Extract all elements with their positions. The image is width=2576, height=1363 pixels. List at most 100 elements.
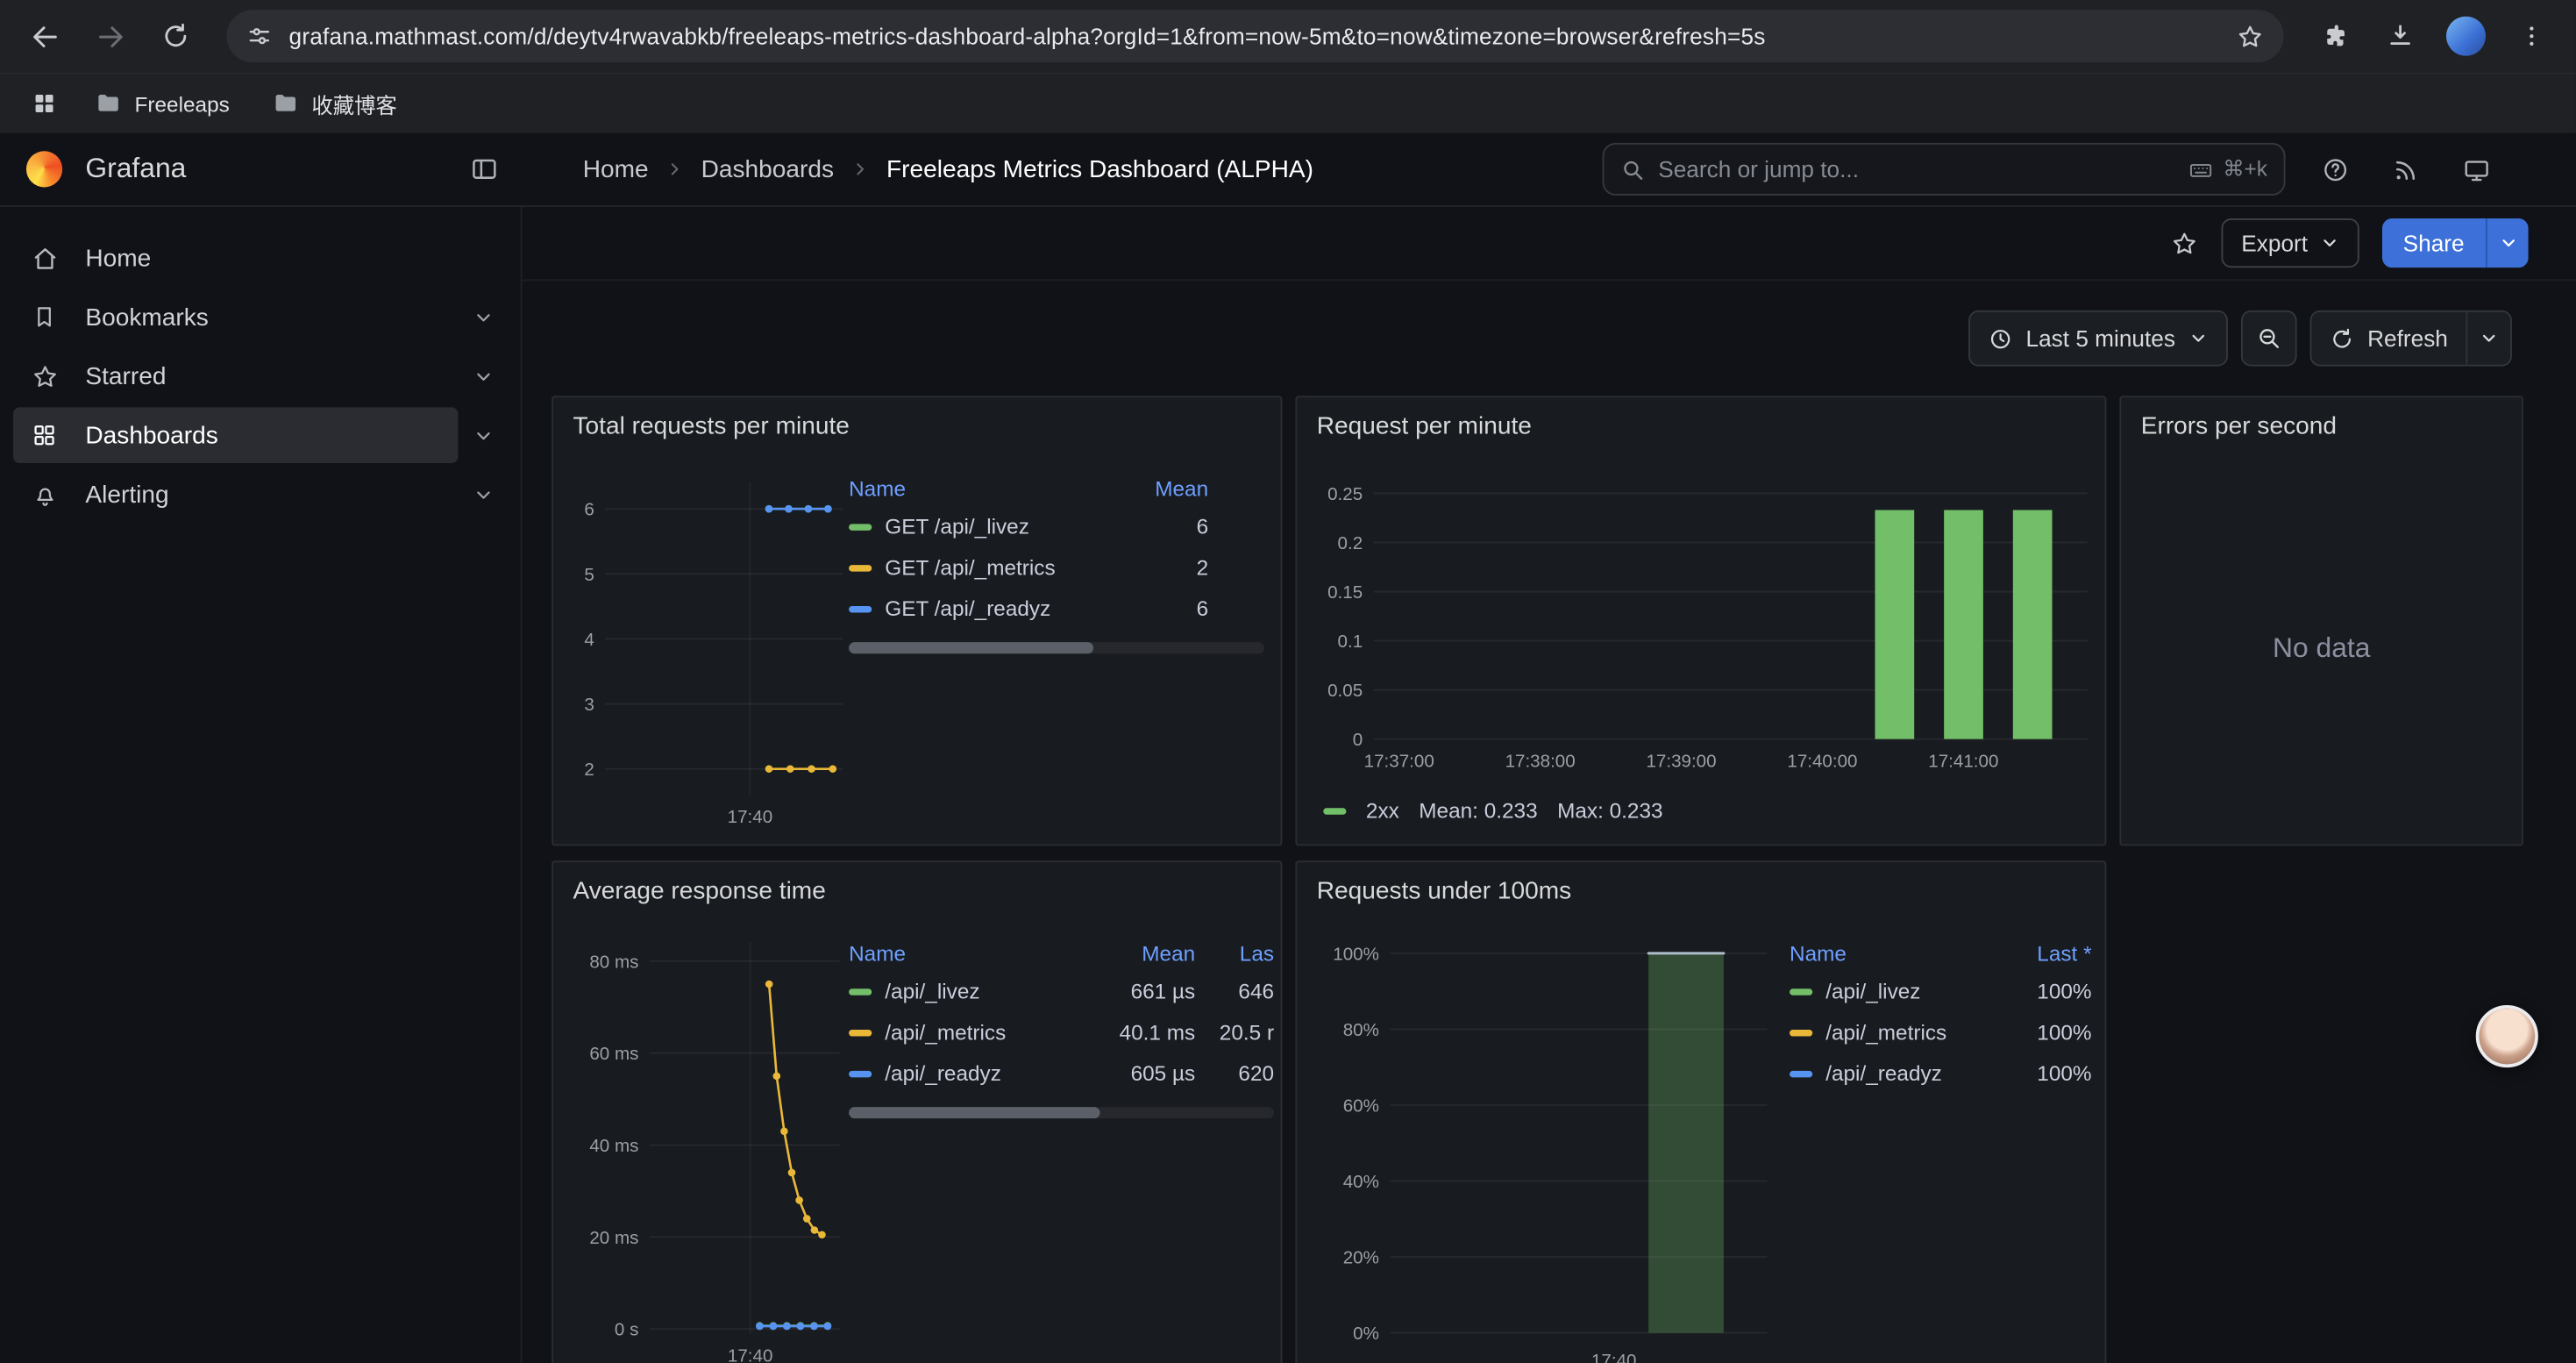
legend-row[interactable]: /api/_readyz 100% bbox=[1790, 1053, 2092, 1094]
svg-text:17:38:00: 17:38:00 bbox=[1505, 751, 1576, 771]
panel-title[interactable]: Errors per second bbox=[2141, 411, 2337, 439]
bookmark-item-blogs[interactable]: 收藏博客 bbox=[260, 82, 410, 126]
favorite-star-icon[interactable] bbox=[2171, 229, 2199, 257]
help-icon[interactable] bbox=[2322, 155, 2350, 183]
legend-scrollbar[interactable] bbox=[849, 642, 1264, 653]
legend-header-mean[interactable]: Mean bbox=[1093, 940, 1195, 965]
reload-button[interactable] bbox=[148, 8, 204, 64]
svg-text:0.25: 0.25 bbox=[1327, 484, 1363, 504]
panel-total-requests: Total requests per minute 6543217:40 Nam… bbox=[551, 396, 1282, 846]
legend-row[interactable]: /api/_livez 661 µs 646 bbox=[849, 971, 1274, 1012]
chevron-down-icon[interactable] bbox=[458, 366, 507, 387]
svg-text:4: 4 bbox=[584, 630, 594, 650]
apps-grid-icon[interactable] bbox=[23, 82, 66, 125]
sidebar-item-label: Bookmarks bbox=[85, 303, 208, 331]
panel-title[interactable]: Average response time bbox=[573, 876, 826, 904]
refresh-button[interactable]: Refresh bbox=[2311, 312, 2466, 365]
panel-request-per-minute: Request per minute 0.250.20.150.10.05017… bbox=[1295, 396, 2106, 846]
share-button[interactable]: Share bbox=[2381, 218, 2486, 268]
legend-row[interactable]: /api/_livez 100% bbox=[1790, 971, 2092, 1012]
display-monitor-icon[interactable] bbox=[2463, 155, 2491, 183]
chevron-down-icon bbox=[2498, 233, 2517, 253]
breadcrumb: Home Dashboards Freeleaps Metrics Dashbo… bbox=[522, 155, 1313, 183]
svg-text:20 ms: 20 ms bbox=[589, 1228, 638, 1248]
panel-title[interactable]: Requests under 100ms bbox=[1317, 876, 1571, 904]
bookmark-icon bbox=[30, 303, 60, 330]
request-per-minute-chart[interactable]: 0.250.20.150.10.05017:37:0017:38:0017:39… bbox=[1310, 457, 2095, 786]
share-caret-button[interactable] bbox=[2486, 218, 2529, 268]
legend-header-name[interactable]: Name bbox=[849, 940, 1093, 965]
breadcrumb-dashboards[interactable]: Dashboards bbox=[701, 155, 834, 183]
feedback-avatar[interactable] bbox=[2476, 1005, 2538, 1067]
panel-title[interactable]: Request per minute bbox=[1317, 411, 1532, 439]
legend-header-name[interactable]: Name bbox=[849, 475, 1093, 500]
legend-row[interactable]: /api/_metrics 40.1 ms 20.5 r bbox=[849, 1011, 1274, 1053]
legend-scrollbar[interactable] bbox=[849, 1107, 1274, 1118]
svg-text:17:39:00: 17:39:00 bbox=[1646, 751, 1716, 771]
keyboard-icon bbox=[2188, 157, 2213, 182]
panel-requests-under-100ms: Requests under 100ms 100%80%60%40%20%0%1… bbox=[1295, 860, 2106, 1363]
legend-row[interactable]: GET /api/_metrics 2 bbox=[849, 547, 1264, 589]
arrow-right-icon bbox=[95, 20, 126, 52]
chevron-down-icon[interactable] bbox=[458, 425, 507, 446]
downloads-icon[interactable] bbox=[2373, 8, 2429, 64]
sidebar-item-home[interactable]: Home bbox=[13, 230, 508, 286]
site-info-icon[interactable] bbox=[246, 23, 273, 49]
address-bar[interactable]: grafana.mathmast.com/d/deytv4rwavabkb/fr… bbox=[226, 10, 2283, 62]
series-swatch bbox=[849, 1070, 872, 1076]
back-button[interactable] bbox=[17, 8, 73, 64]
arrow-left-icon bbox=[29, 20, 60, 52]
svg-text:0.05: 0.05 bbox=[1327, 681, 1363, 701]
dashboard-main: Export Share Last 5 minutes bbox=[522, 207, 2575, 1363]
legend-header-mean[interactable]: Mean bbox=[1093, 475, 1264, 500]
average-response-time-chart[interactable]: 80 ms60 ms40 ms20 ms0 s17:40 bbox=[566, 921, 849, 1363]
legend-series-name[interactable]: 2xx bbox=[1366, 798, 1399, 823]
svg-text:0.15: 0.15 bbox=[1327, 582, 1363, 603]
panel-title[interactable]: Total requests per minute bbox=[573, 411, 850, 439]
panel-legend: Name Mean Las /api/_livez 661 µs 646 bbox=[849, 934, 1274, 1118]
legend-row[interactable]: /api/_metrics 100% bbox=[1790, 1011, 2092, 1053]
svg-text:80%: 80% bbox=[1343, 1020, 1379, 1040]
svg-text:40%: 40% bbox=[1343, 1172, 1379, 1192]
bell-icon bbox=[30, 481, 60, 509]
chevron-down-icon[interactable] bbox=[458, 483, 507, 504]
legend-row[interactable]: /api/_readyz 605 µs 620 bbox=[849, 1053, 1274, 1094]
time-range-picker[interactable]: Last 5 minutes bbox=[1968, 310, 2228, 367]
grafana-header: Grafana Home Dashboards Freeleaps Metric… bbox=[0, 133, 2576, 207]
forward-button[interactable] bbox=[82, 8, 139, 64]
zoom-out-button[interactable] bbox=[2241, 310, 2297, 367]
menu-kebab-icon[interactable] bbox=[2504, 8, 2560, 64]
sidebar-item-starred[interactable]: Starred bbox=[13, 348, 508, 404]
breadcrumb-home[interactable]: Home bbox=[583, 155, 649, 183]
search-placeholder: Search or jump to... bbox=[1658, 156, 2175, 182]
sidebar-item-bookmarks[interactable]: Bookmarks bbox=[13, 289, 508, 346]
svg-text:17:40: 17:40 bbox=[728, 807, 773, 827]
refresh-interval-caret[interactable] bbox=[2466, 312, 2510, 365]
total-requests-chart[interactable]: 6543217:40 bbox=[566, 457, 856, 831]
requests-under-100ms-chart[interactable]: 100%80%60%40%20%0%17:40 bbox=[1310, 921, 1780, 1363]
legend-header-last[interactable]: Las bbox=[1195, 940, 1274, 965]
bookmark-star-icon[interactable] bbox=[2236, 22, 2264, 50]
extensions-icon[interactable] bbox=[2307, 8, 2363, 64]
chevron-right-icon bbox=[665, 160, 684, 179]
export-button[interactable]: Export bbox=[2222, 218, 2359, 268]
svg-text:60 ms: 60 ms bbox=[589, 1044, 638, 1064]
svg-text:17:37:00: 17:37:00 bbox=[1364, 751, 1434, 771]
search-input[interactable]: Search or jump to... ⌘+k bbox=[1603, 143, 2286, 196]
sidebar-item-alerting[interactable]: Alerting bbox=[13, 467, 508, 523]
legend-row[interactable]: GET /api/_livez 6 bbox=[849, 506, 1264, 547]
legend-header-name[interactable]: Name bbox=[1790, 940, 2000, 965]
folder-icon bbox=[96, 90, 122, 117]
news-rss-icon[interactable] bbox=[2392, 155, 2420, 183]
legend-row[interactable]: GET /api/_readyz 6 bbox=[849, 588, 1264, 629]
profile-avatar[interactable] bbox=[2438, 8, 2494, 64]
legend-header-last[interactable]: Last * bbox=[2000, 940, 2092, 965]
sidebar-toggle-icon[interactable] bbox=[470, 154, 500, 184]
sidebar-item-dashboards[interactable]: Dashboards bbox=[13, 407, 508, 463]
panel-legend: 2xx Mean: 0.233 Max: 0.233 bbox=[1323, 798, 1662, 823]
svg-text:5: 5 bbox=[584, 565, 594, 585]
bookmark-item-freeleaps[interactable]: Freeleaps bbox=[82, 83, 243, 123]
zoom-out-icon bbox=[2256, 325, 2282, 352]
svg-text:80 ms: 80 ms bbox=[589, 952, 638, 972]
chevron-down-icon[interactable] bbox=[458, 306, 507, 327]
